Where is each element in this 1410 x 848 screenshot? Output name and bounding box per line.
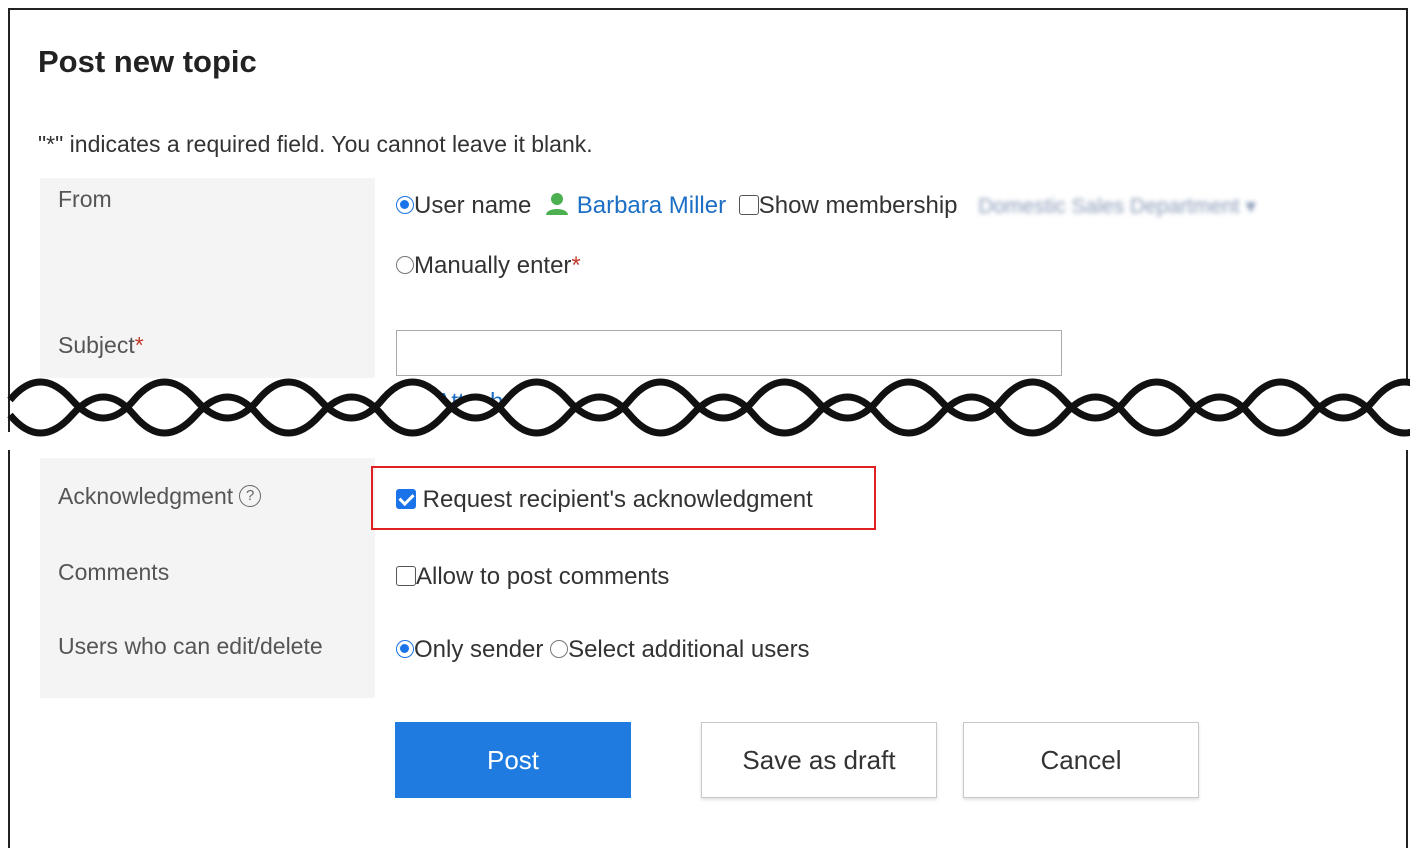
from-label: From [58, 186, 112, 212]
allow-comments-checkbox[interactable] [396, 565, 416, 586]
help-icon[interactable]: ? [239, 484, 262, 507]
page-title: Post new topic [38, 44, 257, 79]
acknowledgment-label: Acknowledgment? [58, 483, 262, 510]
manually-enter-radio[interactable] [396, 255, 414, 274]
editors-row: Only sender Select additional users [396, 636, 810, 664]
allow-comments-label: Allow to post comments [416, 563, 670, 590]
membership-value: Domestic Sales Department [978, 195, 1240, 218]
from-user-row: User name Barbara Miller Show membership… [396, 192, 1256, 220]
acknowledgment-checkbox-label: Request recipient's acknowledgment [422, 486, 813, 513]
additional-users-label: Select additional users [568, 636, 810, 663]
required-note-mark: "*" [38, 131, 64, 157]
additional-users-radio[interactable] [550, 639, 569, 658]
show-membership-label: Show membership [758, 192, 958, 219]
user-icon [546, 192, 569, 215]
acknowledgment-row: Request recipient's acknowledgment [396, 486, 813, 514]
required-mark: * [571, 252, 581, 279]
manually-enter-label: Manually enter [414, 252, 572, 279]
user-name-link[interactable]: Barbara Miller [577, 192, 726, 219]
cut-separator [0, 378, 1410, 450]
subject-label-text: Subject [58, 332, 135, 358]
cancel-button[interactable]: Cancel [963, 722, 1199, 798]
acknowledgment-checkbox[interactable] [396, 488, 416, 509]
only-sender-radio[interactable] [396, 639, 414, 658]
subject-label: Subject* [58, 332, 144, 359]
membership-select[interactable]: Domestic Sales Department ▾ [978, 195, 1256, 218]
required-note: "*" indicates a required field. You cann… [38, 131, 593, 158]
post-button[interactable]: Post [395, 722, 631, 798]
comments-label: Comments [58, 559, 170, 585]
only-sender-label: Only sender [414, 636, 544, 663]
required-mark: * [134, 332, 144, 358]
show-membership-checkbox[interactable] [738, 194, 759, 215]
user-name-radio[interactable] [396, 195, 414, 214]
user-name-option-label: User name [414, 192, 532, 219]
comments-row: Allow to post comments [396, 563, 669, 591]
acknowledgment-label-text: Acknowledgment [58, 483, 234, 509]
required-note-text: indicates a required field. You cannot l… [63, 131, 593, 157]
manual-enter-row: Manually enter* [396, 252, 581, 280]
editors-label: Users who can edit/delete [58, 633, 323, 659]
save-draft-button[interactable]: Save as draft [701, 722, 937, 798]
